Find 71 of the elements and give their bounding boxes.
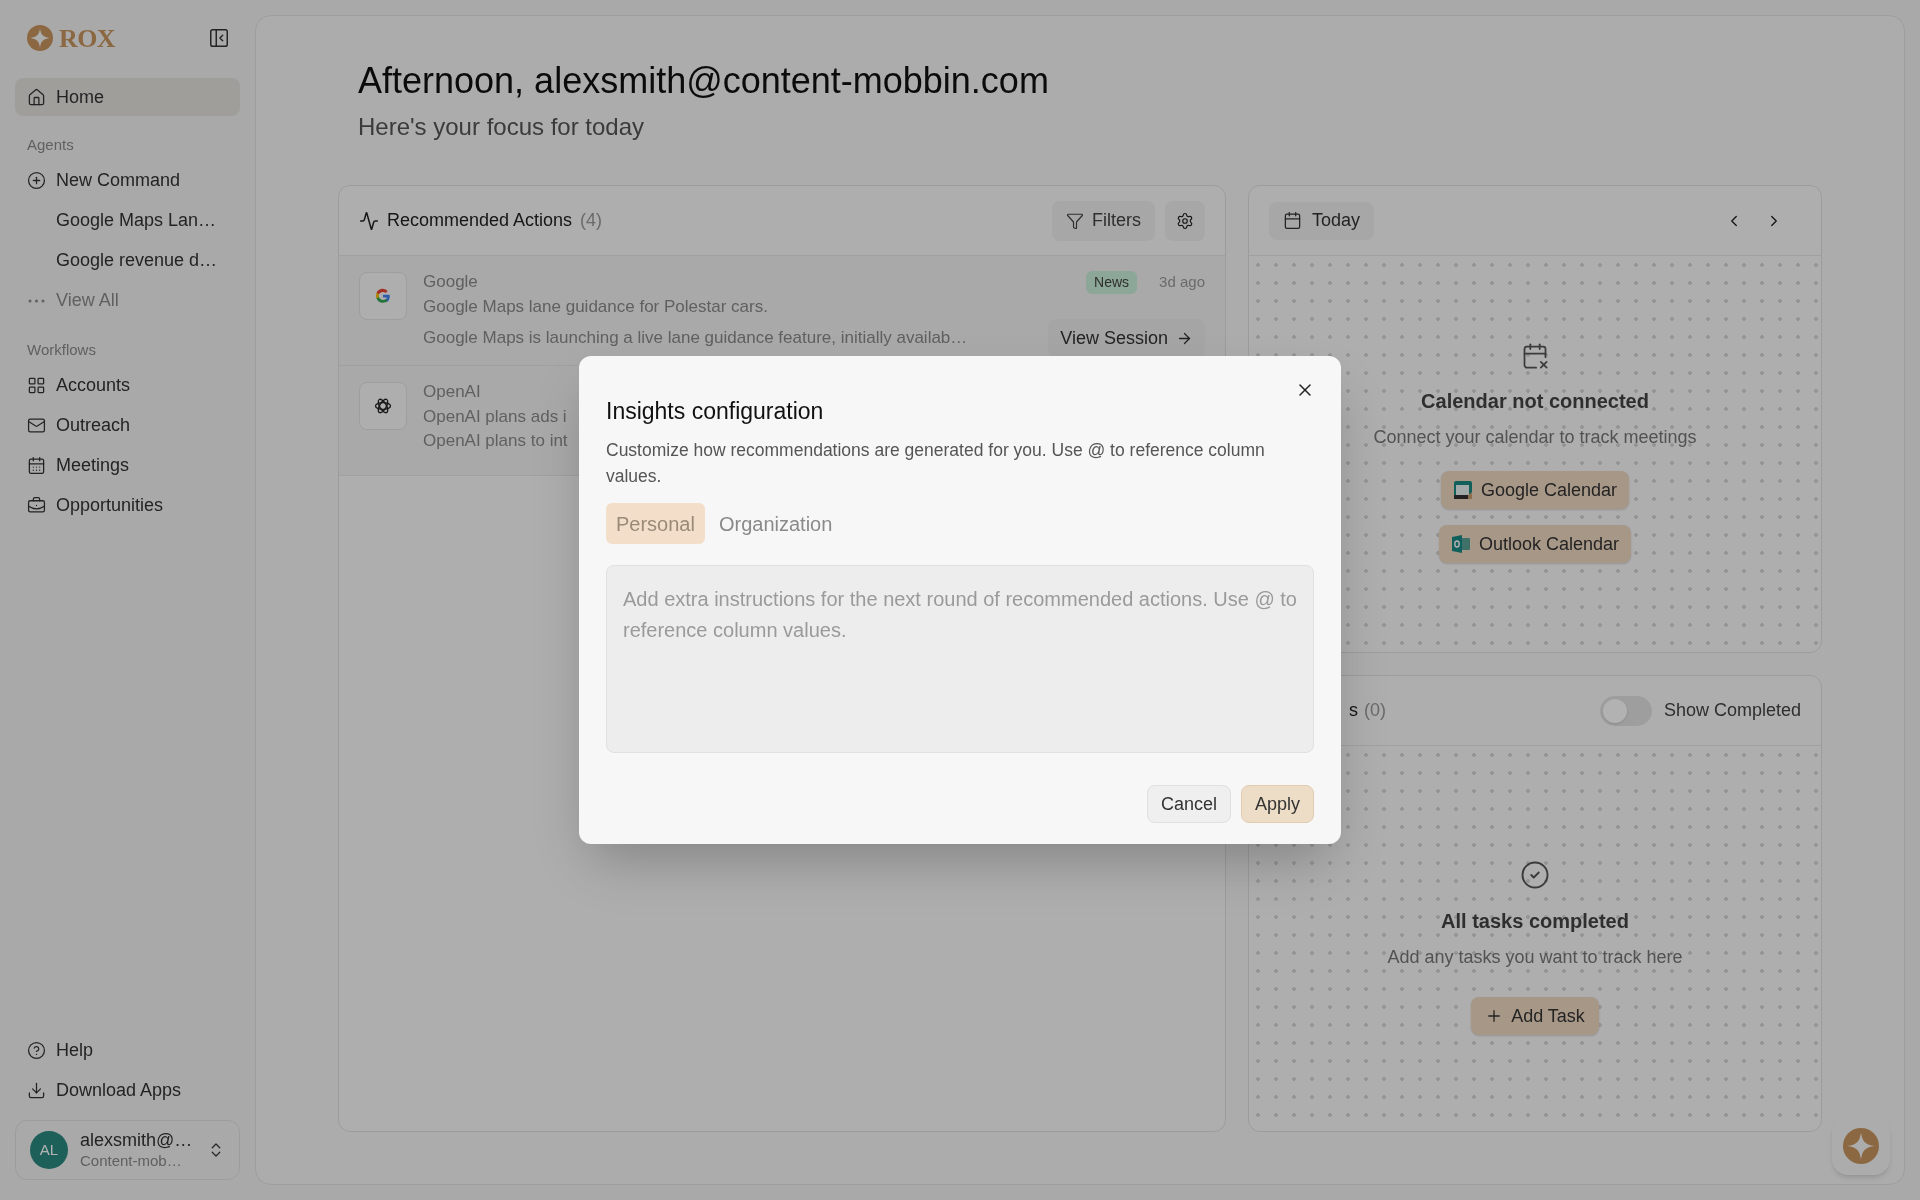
cancel-button[interactable]: Cancel [1146,785,1231,823]
sidebar-item[interactable]: New Command [15,160,240,201]
ellipsis-icon [27,298,46,303]
activity-icon [359,210,379,231]
briefcase-icon [27,495,46,515]
sidebar-item[interactable]: Opportunities [15,485,240,525]
check-circle-icon [1520,860,1550,890]
greeting-subtitle: Here's your focus for today [358,112,646,142]
empty-title: All tasks completed [1441,909,1629,934]
add-task-button[interactable]: Add Task [1471,997,1599,1035]
company-name: Google [423,271,478,293]
home-icon [27,87,46,107]
sidebar-item[interactable]: Help [15,1030,240,1070]
download-icon [27,1080,46,1100]
sidebar-item[interactable]: Home [15,78,240,116]
action-row[interactable]: Google News 3d ago Google Maps lane guidance for Polestar cars. Google Maps is launching a live lane guidance feature, initially availab… View Session [339,256,1225,366]
sidebar-item[interactable]: Meetings [15,445,240,485]
logo-icon [27,25,53,51]
empty-title: Calendar not connected [1421,389,1649,414]
sidebar-item[interactable]: Accounts [15,365,240,405]
calendar-app-icon [1452,480,1473,500]
calendar-icon [27,455,46,475]
sparkle-icon [1843,1128,1879,1164]
card-count: (0) [1364,699,1386,722]
card-count: (4) [580,209,603,232]
user-card[interactable]: AL alexsmith@… Content-mob… [15,1120,240,1180]
user-name: alexsmith@… [80,1129,194,1152]
action-summary: OpenAI plans to int [423,430,568,453]
today-button[interactable]: Today [1269,201,1375,240]
company-name: OpenAI [423,381,481,403]
connect-calendar-button[interactable]: Google Calendar [1440,471,1630,509]
dialog-description: Customize how recommendations are generated for you. Use @ to reference column values. [606,438,1266,488]
settings-button[interactable] [1165,200,1205,241]
card-title: s [1349,699,1358,722]
time-ago: 3d ago [1159,272,1205,293]
card-title: Recommended Actions [387,209,573,232]
calendar-x-icon [1521,342,1549,370]
help-icon [27,1040,46,1060]
connect-calendar-button[interactable]: Outlook Calendar [1438,525,1632,563]
greeting-title: Afternoon, alexsmith@content-mobbin.com [358,59,1050,103]
mail-app-icon [1450,534,1471,554]
view-session-button[interactable]: View Session [1048,319,1205,358]
news-tag: News [1086,270,1138,295]
action-summary: Google Maps is launching a live lane guidance feature, initially availab… [423,326,968,349]
logo-text: ROX [59,22,115,55]
empty-text: Add any tasks you want to track here [1387,946,1683,969]
avatar: AL [30,1131,68,1169]
plus-circle-icon [27,171,46,190]
section-label: Workflows [26,339,97,360]
section-label: Agents [26,135,75,155]
sidebar-item[interactable]: Google revenue d… [15,240,240,281]
sidebar-item[interactable]: Download Apps [15,1070,240,1110]
sidebar-item[interactable]: Outreach [15,405,240,445]
google-g-icon [374,287,392,305]
toggle-label: Show Completed [1663,699,1801,722]
action-headline: Google Maps lane guidance for Polestar cars. [423,295,768,318]
calendar-icon [1283,211,1302,230]
apply-button[interactable]: Apply [1240,785,1314,823]
settings-icon [1176,211,1194,230]
empty-text: Connect your calendar to track meetings [1373,426,1697,449]
show-completed-toggle[interactable] [1599,695,1652,726]
collapse-sidebar-icon[interactable] [208,27,230,49]
filter-icon [1066,211,1084,230]
knot-logo-icon [373,396,393,416]
filters-button[interactable]: Filters [1052,200,1155,241]
instructions-field[interactable]: Add extra instructions for the next round of recommended actions. Use @ to reference column values. [606,565,1314,753]
sidebar-item[interactable]: Google Maps Lan… [15,200,240,241]
grid-icon [27,375,46,395]
action-headline: OpenAI plans ads i [423,405,567,428]
dialog-title: Insights configuration [606,397,825,426]
user-org: Content-mob… [80,1151,183,1171]
